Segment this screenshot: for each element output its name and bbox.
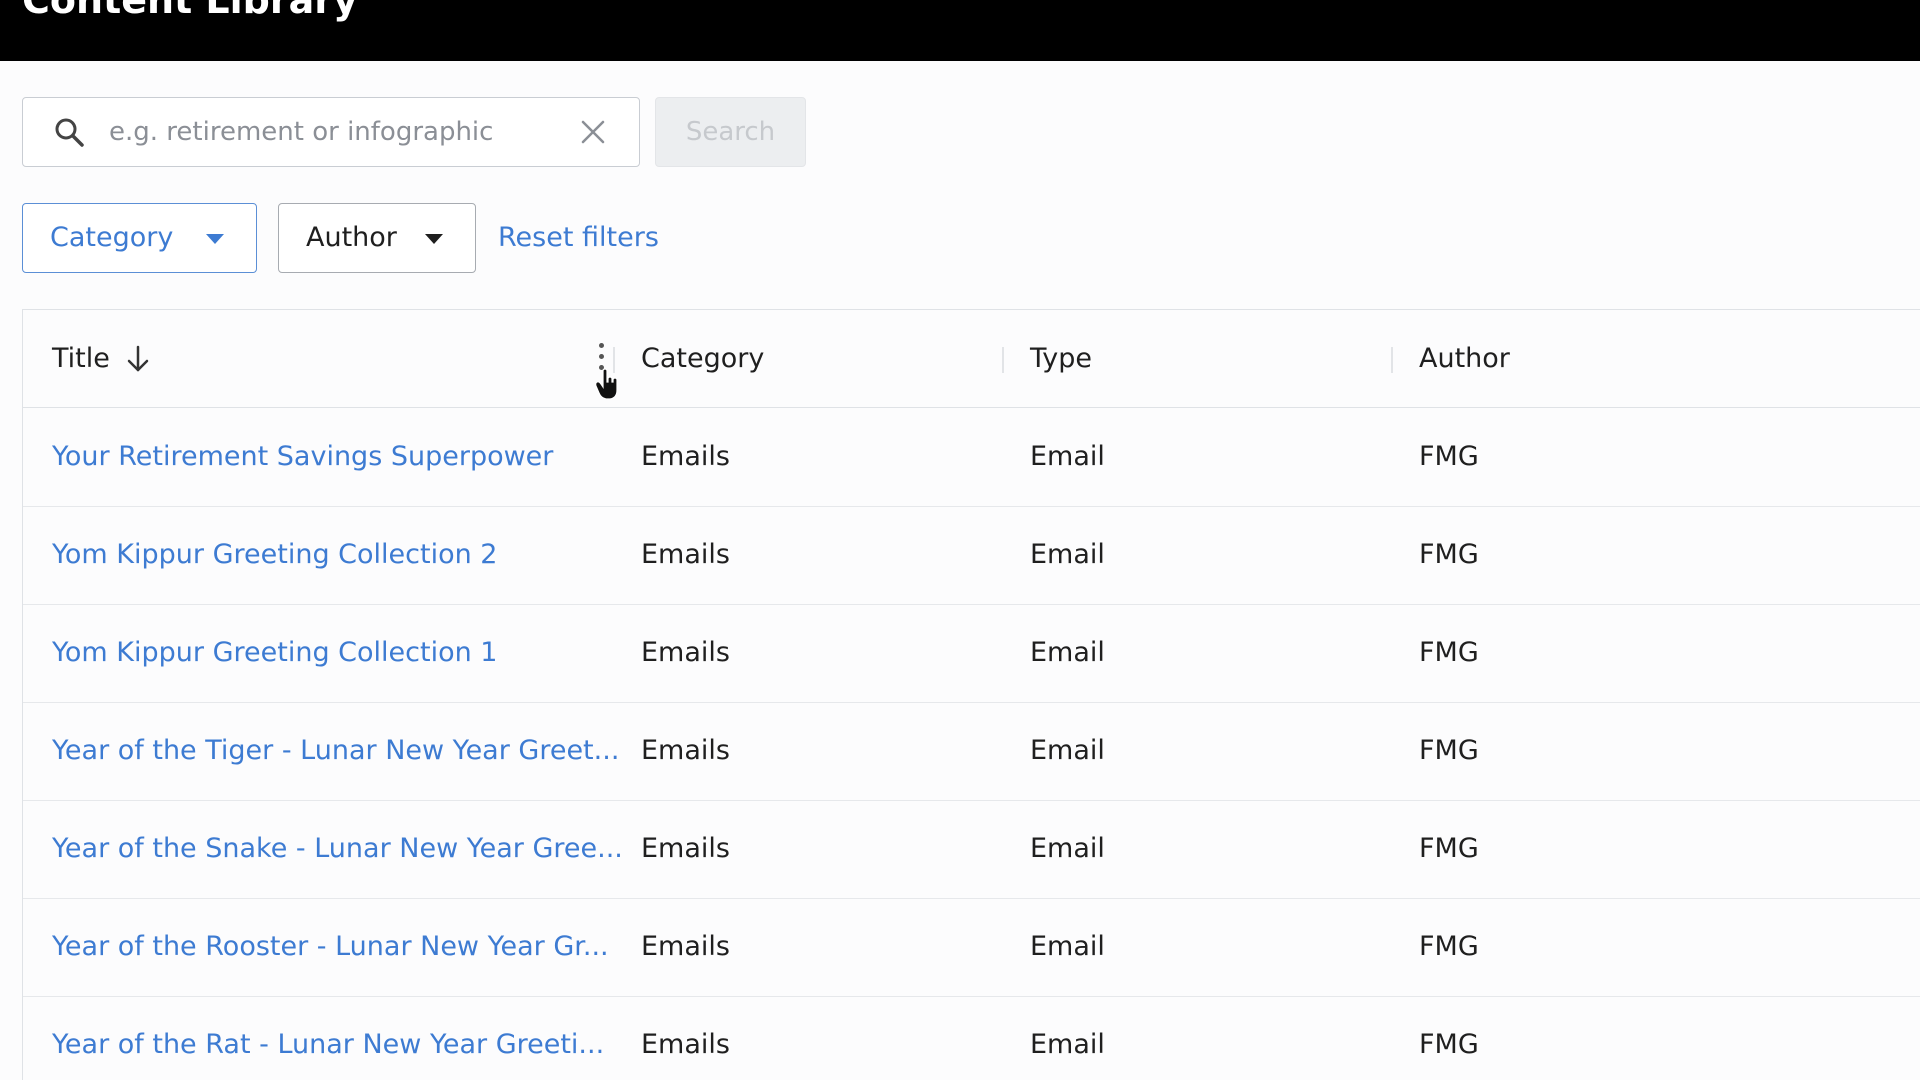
row-author: FMG <box>1419 539 1479 570</box>
row-category: Emails <box>641 539 730 570</box>
column-header-title[interactable]: Title <box>52 310 110 408</box>
search-field[interactable] <box>22 97 640 167</box>
page-title: Content Library <box>22 0 358 22</box>
row-title-link[interactable]: Year of the Rooster - Lunar New Year Gr.… <box>52 899 636 995</box>
row-category: Emails <box>641 441 730 472</box>
table-header: Title Category Type Author <box>23 310 1920 408</box>
row-title-link[interactable]: Your Retirement Savings Superpower <box>52 409 636 505</box>
column-divider[interactable] <box>1391 347 1393 373</box>
table-row[interactable]: Year of the Tiger - Lunar New Year Greet… <box>23 703 1920 801</box>
column-header-type[interactable]: Type <box>1030 310 1092 408</box>
row-category: Emails <box>641 833 730 864</box>
row-title-link[interactable]: Yom Kippur Greeting Collection 2 <box>52 507 636 603</box>
row-category: Emails <box>641 637 730 668</box>
row-type: Email <box>1030 931 1105 962</box>
row-author: FMG <box>1419 1029 1479 1060</box>
row-type: Email <box>1030 1029 1105 1060</box>
hand-pointer-icon <box>595 368 618 400</box>
column-header-author[interactable]: Author <box>1419 310 1510 408</box>
close-icon[interactable] <box>577 116 609 148</box>
row-title-link[interactable]: Year of the Rat - Lunar New Year Greeti.… <box>52 997 636 1080</box>
top-header-bar: Content Library <box>0 0 1920 61</box>
search-icon <box>55 118 84 147</box>
row-author: FMG <box>1419 637 1479 668</box>
row-category: Emails <box>641 735 730 766</box>
table-row[interactable]: Yom Kippur Greeting Collection 2 Emails … <box>23 507 1920 605</box>
row-author: FMG <box>1419 931 1479 962</box>
column-header-title-label: Title <box>52 343 110 374</box>
row-title-link[interactable]: Year of the Tiger - Lunar New Year Greet… <box>52 703 636 799</box>
row-author: FMG <box>1419 735 1479 766</box>
author-filter-label: Author <box>306 222 397 253</box>
row-type: Email <box>1030 735 1105 766</box>
caret-down-icon <box>425 234 443 244</box>
row-category: Emails <box>641 1029 730 1060</box>
arrow-down-icon[interactable] <box>123 344 153 374</box>
column-divider[interactable] <box>1002 347 1004 373</box>
row-title-link[interactable]: Year of the Snake - Lunar New Year Gree.… <box>52 801 636 897</box>
table-row[interactable]: Year of the Snake - Lunar New Year Gree.… <box>23 801 1920 899</box>
column-header-type-label: Type <box>1030 343 1093 374</box>
row-author: FMG <box>1419 441 1479 472</box>
row-type: Email <box>1030 441 1105 472</box>
row-category: Emails <box>641 931 730 962</box>
search-input[interactable] <box>107 110 577 154</box>
content-table: Title Category Type Author Your Retireme… <box>22 309 1920 1080</box>
column-header-category[interactable]: Category <box>641 310 764 408</box>
row-title-link[interactable]: Yom Kippur Greeting Collection 1 <box>52 605 636 701</box>
table-row[interactable]: Your Retirement Savings Superpower Email… <box>23 409 1920 507</box>
reset-filters-link[interactable]: Reset filters <box>498 203 659 273</box>
search-button[interactable]: Search <box>655 97 806 167</box>
column-header-author-label: Author <box>1419 343 1510 374</box>
table-row[interactable]: Year of the Rooster - Lunar New Year Gr.… <box>23 899 1920 997</box>
row-author: FMG <box>1419 833 1479 864</box>
category-filter-label: Category <box>50 222 174 253</box>
author-filter-dropdown[interactable]: Author <box>278 203 476 273</box>
row-type: Email <box>1030 539 1105 570</box>
row-type: Email <box>1030 833 1105 864</box>
table-row[interactable]: Yom Kippur Greeting Collection 1 Emails … <box>23 605 1920 703</box>
column-header-category-label: Category <box>641 343 765 374</box>
category-filter-dropdown[interactable]: Category <box>22 203 257 273</box>
caret-down-icon <box>206 234 224 244</box>
table-row[interactable]: Year of the Rat - Lunar New Year Greeti.… <box>23 997 1920 1080</box>
row-type: Email <box>1030 637 1105 668</box>
